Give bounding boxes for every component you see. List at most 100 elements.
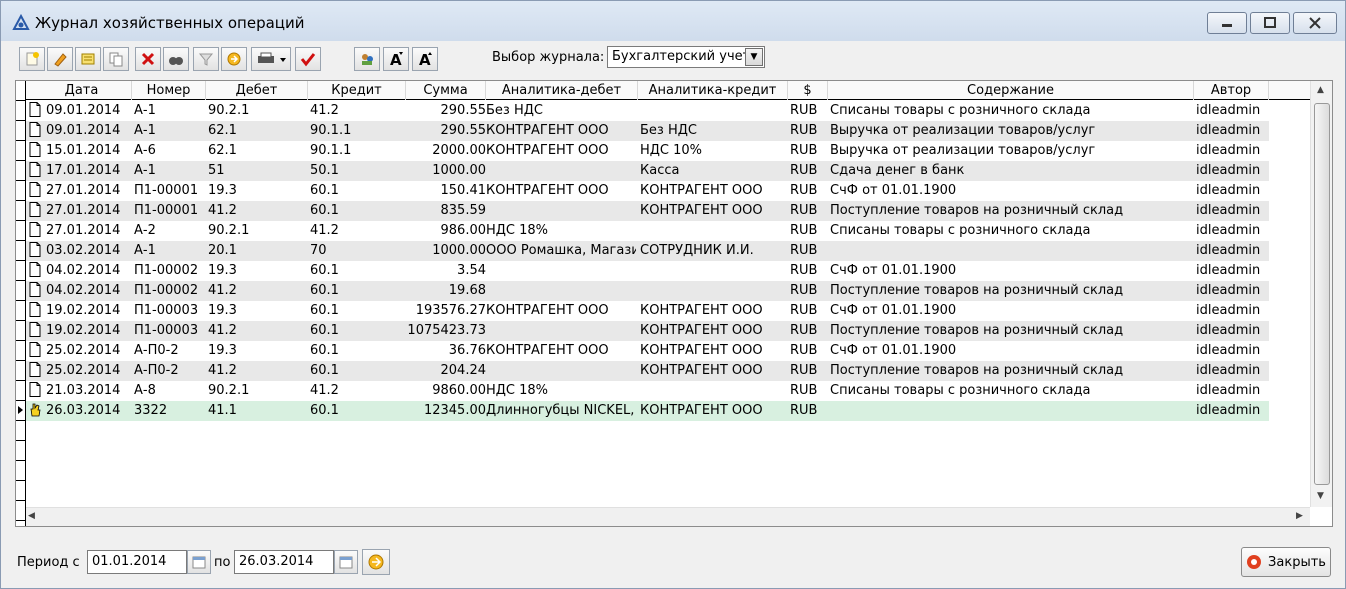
header-col-number[interactable]: Номер [132, 81, 206, 100]
date-from-input[interactable]: 01.01.2014 [87, 550, 187, 574]
col-amount-cell: 9860.00 [432, 383, 486, 398]
copy-icon [109, 52, 123, 67]
filter-button[interactable] [193, 47, 219, 71]
scroll-down-icon[interactable]: ▼ [1317, 491, 1324, 501]
col-currency-cell: RUB [790, 343, 818, 358]
row-indicator-tick [16, 340, 26, 341]
table-row[interactable]: 25.02.2014 А-П0-2 19.3 60.1 36.76 КОНТРАГЕНТ … [26, 341, 1269, 361]
table-row[interactable]: 27.01.2014 П1-00001 41.2 60.1 835.59 КОНТРАГЕ… [26, 201, 1269, 221]
minimize-button[interactable] [1207, 12, 1247, 34]
table-row[interactable]: 25.02.2014 А-П0-2 41.2 60.1 204.24 КОНТРАГЕНТ… [26, 361, 1269, 381]
scroll-right-icon[interactable]: ▶ [1296, 511, 1303, 521]
table-row[interactable]: 26.03.2014 3322 41.1 60.1 12345.00 Длинногубц… [26, 401, 1269, 421]
horizontal-scrollbar[interactable]: ◀ ▶ [26, 507, 1310, 526]
font-bigger-button[interactable]: A [383, 47, 409, 71]
col-content-cell: Поступление товаров на розничный склад [830, 323, 1124, 338]
note-button[interactable] [75, 47, 101, 71]
col-author-cell: idleadmin [1196, 123, 1261, 138]
date-from-calendar-button[interactable] [187, 550, 211, 574]
col-author-cell: idleadmin [1196, 243, 1261, 258]
operations-grid: Дата Номер Дебет Кредит Сумма Аналитика-дебет… [15, 80, 1333, 527]
col-debit-cell: 62.1 [208, 143, 237, 158]
vertical-scrollbar[interactable]: ▲ ▼ [1310, 81, 1332, 507]
col-date-cell: 25.02.2014 [46, 343, 121, 358]
col-number-cell: А-6 [134, 143, 156, 158]
period-label: Период с [17, 555, 80, 570]
table-row[interactable]: 19.02.2014 П1-00003 19.3 60.1 193576.27 КОНТР… [26, 301, 1269, 321]
date-to-calendar-button[interactable] [334, 550, 358, 574]
table-row[interactable]: 21.03.2014 А-8 90.2.1 41.2 9860.00 НДС 18% RUB… [26, 381, 1269, 401]
table-row[interactable]: 04.02.2014 П1-00002 41.2 60.1 19.68 RUB Поступ… [26, 281, 1269, 301]
row-indicator-tick [16, 400, 26, 401]
font-smaller-button[interactable]: A [412, 47, 438, 71]
users-button[interactable] [354, 47, 380, 71]
col-debit-cell: 41.1 [208, 403, 237, 418]
apply-period-button[interactable] [362, 549, 390, 575]
col-analytics-debit-cell [486, 321, 636, 341]
calendar-icon [339, 556, 353, 569]
col-amount-cell: 12345.00 [423, 403, 486, 418]
table-row[interactable]: 09.01.2014 А-1 90.2.1 41.2 290.55 Без НДС RUB С… [26, 101, 1269, 121]
filter-icon [198, 53, 214, 66]
header-col-analytics-debit[interactable]: Аналитика-дебет [486, 81, 638, 100]
header-col-debit[interactable]: Дебет [206, 81, 308, 100]
journal-select-value: Бухгалтерский учет [612, 49, 751, 64]
col-content-cell: Выручка от реализации товаров/услуг [830, 143, 1096, 158]
col-date-cell: 21.03.2014 [46, 383, 121, 398]
copy-button[interactable] [103, 47, 129, 71]
header-col-analytics-credit[interactable]: Аналитика-кредит [638, 81, 788, 100]
col-analytics-debit-cell: НДС 18% [486, 383, 549, 398]
header-col-content[interactable]: Содержание [828, 81, 1194, 100]
col-content-cell: СчФ от 01.01.1900 [830, 343, 957, 358]
col-analytics-debit-cell [486, 281, 636, 301]
refresh-icon [368, 554, 384, 570]
table-row[interactable]: 27.01.2014 А-2 90.2.1 41.2 986.00 НДС 18% RUB С… [26, 221, 1269, 241]
scroll-left-icon[interactable]: ◀ [28, 511, 35, 521]
grid-body[interactable]: 09.01.2014 А-1 90.2.1 41.2 290.55 Без НДС RUB С… [26, 101, 1310, 507]
row-indicator-tick [16, 240, 26, 241]
document-icon [29, 222, 41, 237]
col-number-cell: 3322 [134, 403, 168, 418]
add-button[interactable] [19, 47, 45, 71]
header-col-date[interactable]: Дата [32, 81, 132, 100]
close-button[interactable]: Закрыть [1241, 547, 1331, 577]
header-col-credit[interactable]: Кредит [308, 81, 406, 100]
table-row[interactable]: 09.01.2014 А-1 62.1 90.1.1 290.55 КОНТРАГЕНТ … [26, 121, 1269, 141]
print-button[interactable] [251, 47, 291, 71]
table-row[interactable]: 17.01.2014 А-1 51 50.1 1000.00 Касса RUB Сдача … [26, 161, 1269, 181]
scroll-up-icon[interactable]: ▲ [1317, 85, 1324, 95]
vertical-scroll-thumb[interactable] [1314, 103, 1330, 485]
maximize-button[interactable] [1250, 12, 1290, 34]
table-row[interactable]: 19.02.2014 П1-00003 41.2 60.1 1075423.73 КОНТ… [26, 321, 1269, 341]
binoculars-icon [169, 57, 183, 65]
delete-button[interactable] [135, 47, 161, 71]
row-indicator-tick [16, 440, 26, 441]
edit-button[interactable] [47, 47, 73, 71]
col-analytics-debit-cell: ООО Ромашка, Магази [486, 243, 636, 258]
post-button[interactable] [295, 47, 321, 71]
dropdown-arrow-icon[interactable]: ▼ [745, 48, 763, 66]
table-row[interactable]: 03.02.2014 А-1 20.1 70 1000.00 ООО Ромашка, М… [26, 241, 1269, 261]
table-row[interactable]: 27.01.2014 П1-00001 19.3 60.1 150.41 КОНТРАГЕ… [26, 181, 1269, 201]
table-row[interactable]: 15.01.2014 А-6 62.1 90.1.1 2000.00 КОНТРАГЕНТ… [26, 141, 1269, 161]
header-col-author[interactable]: Автор [1194, 81, 1269, 100]
main-window: Журнал хозяйственных операций A A Выбор … [0, 0, 1346, 589]
close-window-button[interactable] [1293, 12, 1337, 34]
document-icon [29, 282, 41, 297]
refresh-button[interactable] [221, 47, 247, 71]
col-currency-cell: RUB [790, 383, 818, 398]
col-date-cell: 04.02.2014 [46, 263, 121, 278]
date-to-input[interactable]: 26.03.2014 [234, 550, 334, 574]
col-analytics-credit-cell: КОНТРАГЕНТ ООО [640, 183, 763, 198]
note-icon [81, 53, 95, 65]
document-icon [29, 182, 41, 197]
col-analytics-credit-cell [640, 101, 788, 121]
header-col-amount[interactable]: Сумма [406, 81, 486, 100]
col-date-cell: 17.01.2014 [46, 163, 121, 178]
table-row[interactable]: 04.02.2014 П1-00002 19.3 60.1 3.54 RUB СчФ от … [26, 261, 1269, 281]
document-icon [29, 302, 41, 317]
find-button[interactable] [163, 47, 189, 71]
journal-select[interactable]: Бухгалтерский учет ▼ [607, 46, 765, 68]
header-col-currency[interactable]: $ [788, 81, 828, 100]
col-number-cell: П1-00002 [134, 283, 199, 298]
